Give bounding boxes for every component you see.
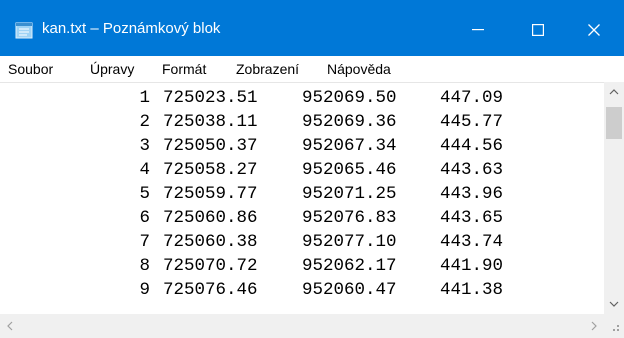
coord-z: 443.63 bbox=[440, 160, 504, 180]
text-editor[interactable]: 1 725023.51 952069.50 447.09 2 725038.11 9520… bbox=[0, 82, 604, 315]
menu-zobrazeni[interactable]: Zobrazení bbox=[236, 60, 299, 78]
coord-x: 725070.72 bbox=[163, 256, 258, 276]
line-number: 8 bbox=[139, 256, 150, 276]
coord-x: 725058.27 bbox=[163, 160, 258, 180]
coord-z: 441.90 bbox=[440, 256, 504, 276]
coord-z: 444.56 bbox=[440, 136, 504, 156]
coord-x: 725060.86 bbox=[163, 208, 258, 228]
menu-soubor[interactable]: Soubor bbox=[8, 60, 53, 78]
coord-z: 443.96 bbox=[440, 184, 504, 204]
notepad-icon bbox=[14, 21, 34, 39]
close-icon bbox=[588, 24, 600, 36]
coord-z: 445.77 bbox=[440, 112, 504, 132]
coord-x: 725060.38 bbox=[163, 232, 258, 252]
chevron-left-icon bbox=[7, 321, 13, 331]
coord-x: 725023.51 bbox=[163, 88, 258, 108]
line-number: 9 bbox=[139, 280, 150, 300]
scroll-up-button[interactable] bbox=[604, 82, 624, 102]
line-number: 3 bbox=[139, 136, 150, 156]
menu-upravy[interactable]: Úpravy bbox=[90, 60, 134, 78]
coord-y: 952076.83 bbox=[302, 208, 397, 228]
coord-z: 443.74 bbox=[440, 232, 504, 252]
line-number: 5 bbox=[139, 184, 150, 204]
coord-z: 441.38 bbox=[440, 280, 504, 300]
scroll-right-button[interactable] bbox=[584, 314, 604, 338]
coord-x: 725076.46 bbox=[163, 280, 258, 300]
chevron-down-icon bbox=[609, 301, 619, 307]
menu-bar: Soubor Úpravy Formát Zobrazení Nápověda bbox=[0, 56, 624, 82]
minimize-icon bbox=[472, 29, 484, 31]
coord-y: 952062.17 bbox=[302, 256, 397, 276]
chevron-right-icon bbox=[591, 321, 597, 331]
line-number: 6 bbox=[139, 208, 150, 228]
resize-grip-icon bbox=[613, 325, 619, 331]
coord-y: 952071.25 bbox=[302, 184, 397, 204]
scroll-thumb[interactable] bbox=[606, 107, 622, 139]
maximize-icon bbox=[532, 24, 544, 36]
horizontal-scrollbar[interactable] bbox=[0, 314, 604, 338]
coord-z: 447.09 bbox=[440, 88, 504, 108]
close-button[interactable] bbox=[564, 6, 624, 54]
minimize-button[interactable] bbox=[448, 6, 508, 54]
line-number: 4 bbox=[139, 160, 150, 180]
title-bar[interactable]: kan.txt – Poznámkový blok bbox=[0, 0, 624, 56]
coord-y: 952069.36 bbox=[302, 112, 397, 132]
vertical-scrollbar[interactable] bbox=[604, 82, 624, 314]
coord-y: 952077.10 bbox=[302, 232, 397, 252]
coord-y: 952065.46 bbox=[302, 160, 397, 180]
window-title: kan.txt – Poznámkový blok bbox=[42, 20, 221, 37]
menu-format[interactable]: Formát bbox=[162, 60, 206, 78]
notepad-window: kan.txt – Poznámkový blok Soubor Úpravy … bbox=[0, 0, 624, 338]
coord-x: 725050.37 bbox=[163, 136, 258, 156]
line-number: 1 bbox=[139, 88, 150, 108]
coord-x: 725059.77 bbox=[163, 184, 258, 204]
scroll-left-button[interactable] bbox=[0, 314, 20, 338]
line-number: 2 bbox=[139, 112, 150, 132]
coord-y: 952067.34 bbox=[302, 136, 397, 156]
maximize-button[interactable] bbox=[508, 6, 568, 54]
coord-y: 952060.47 bbox=[302, 280, 397, 300]
coord-x: 725038.11 bbox=[163, 112, 258, 132]
coord-y: 952069.50 bbox=[302, 88, 397, 108]
chevron-up-icon bbox=[609, 89, 619, 95]
resize-grip[interactable] bbox=[604, 314, 624, 338]
scroll-down-button[interactable] bbox=[604, 294, 624, 314]
coord-z: 443.65 bbox=[440, 208, 504, 228]
menu-napoveda[interactable]: Nápověda bbox=[327, 60, 391, 78]
line-number: 7 bbox=[139, 232, 150, 252]
